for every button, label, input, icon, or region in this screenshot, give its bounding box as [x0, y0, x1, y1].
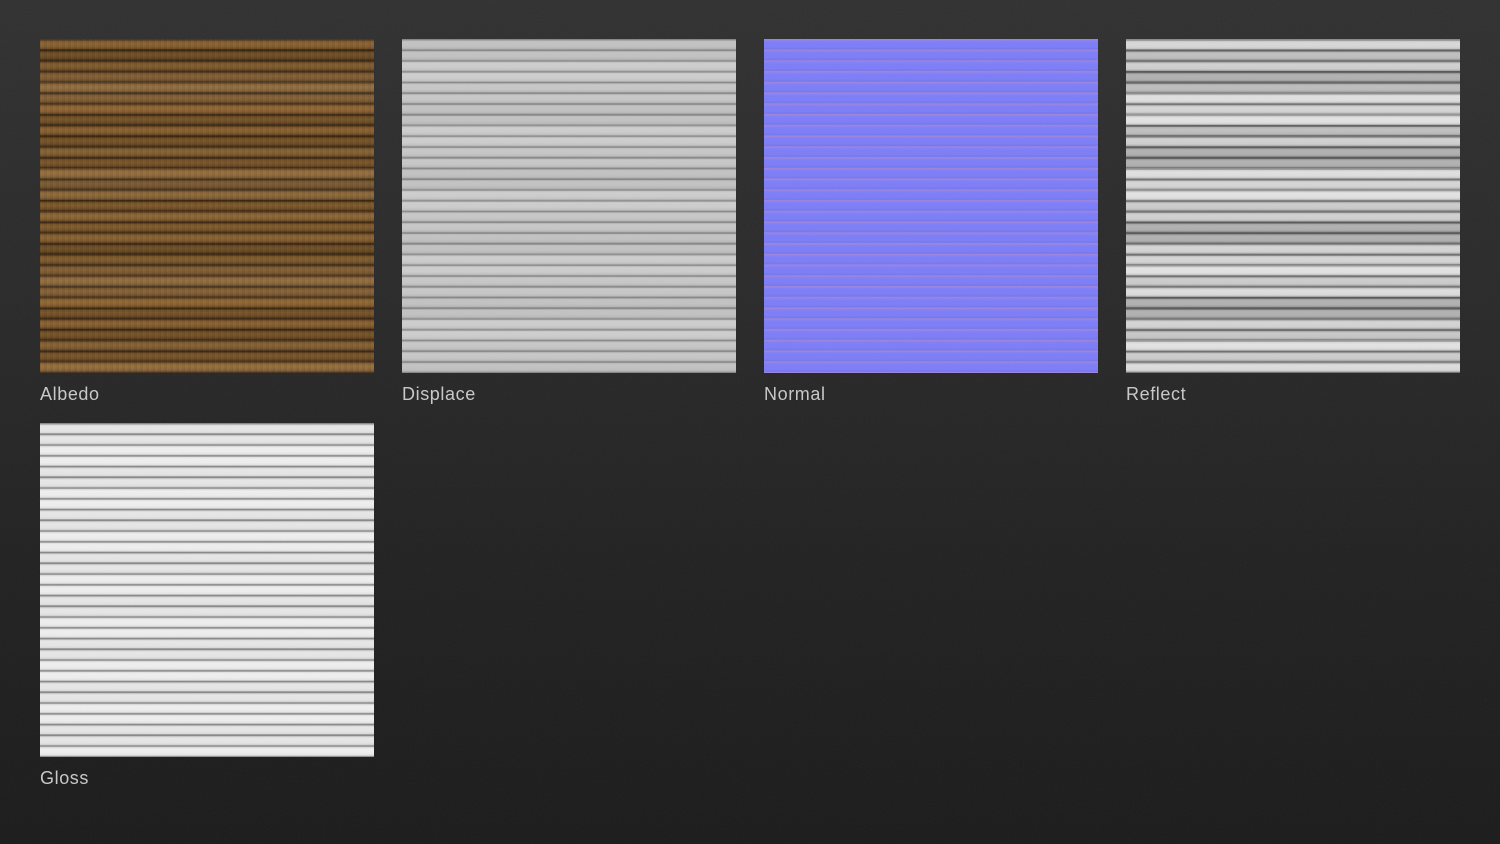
- texture-card-reflect: Reflect: [1126, 39, 1460, 423]
- texture-card-normal: Normal: [764, 39, 1098, 423]
- texture-card-displace: Displace: [402, 39, 736, 423]
- texture-thumbnail-reflect[interactable]: [1126, 39, 1460, 373]
- texture-label-displace: Displace: [402, 384, 476, 404]
- texture-thumbnail-displace[interactable]: [402, 39, 736, 373]
- texture-card-gloss: Gloss: [40, 423, 374, 807]
- texture-label-normal: Normal: [764, 384, 826, 404]
- texture-map-grid: Albedo Displace Normal Reflect Gloss: [0, 0, 1500, 807]
- texture-label-albedo: Albedo: [40, 384, 100, 404]
- texture-card-albedo: Albedo: [40, 39, 374, 423]
- texture-thumbnail-normal[interactable]: [764, 39, 1098, 373]
- texture-label-reflect: Reflect: [1126, 384, 1187, 404]
- texture-label-gloss: Gloss: [40, 768, 90, 788]
- texture-thumbnail-albedo[interactable]: [40, 39, 374, 373]
- texture-thumbnail-gloss[interactable]: [40, 423, 374, 757]
